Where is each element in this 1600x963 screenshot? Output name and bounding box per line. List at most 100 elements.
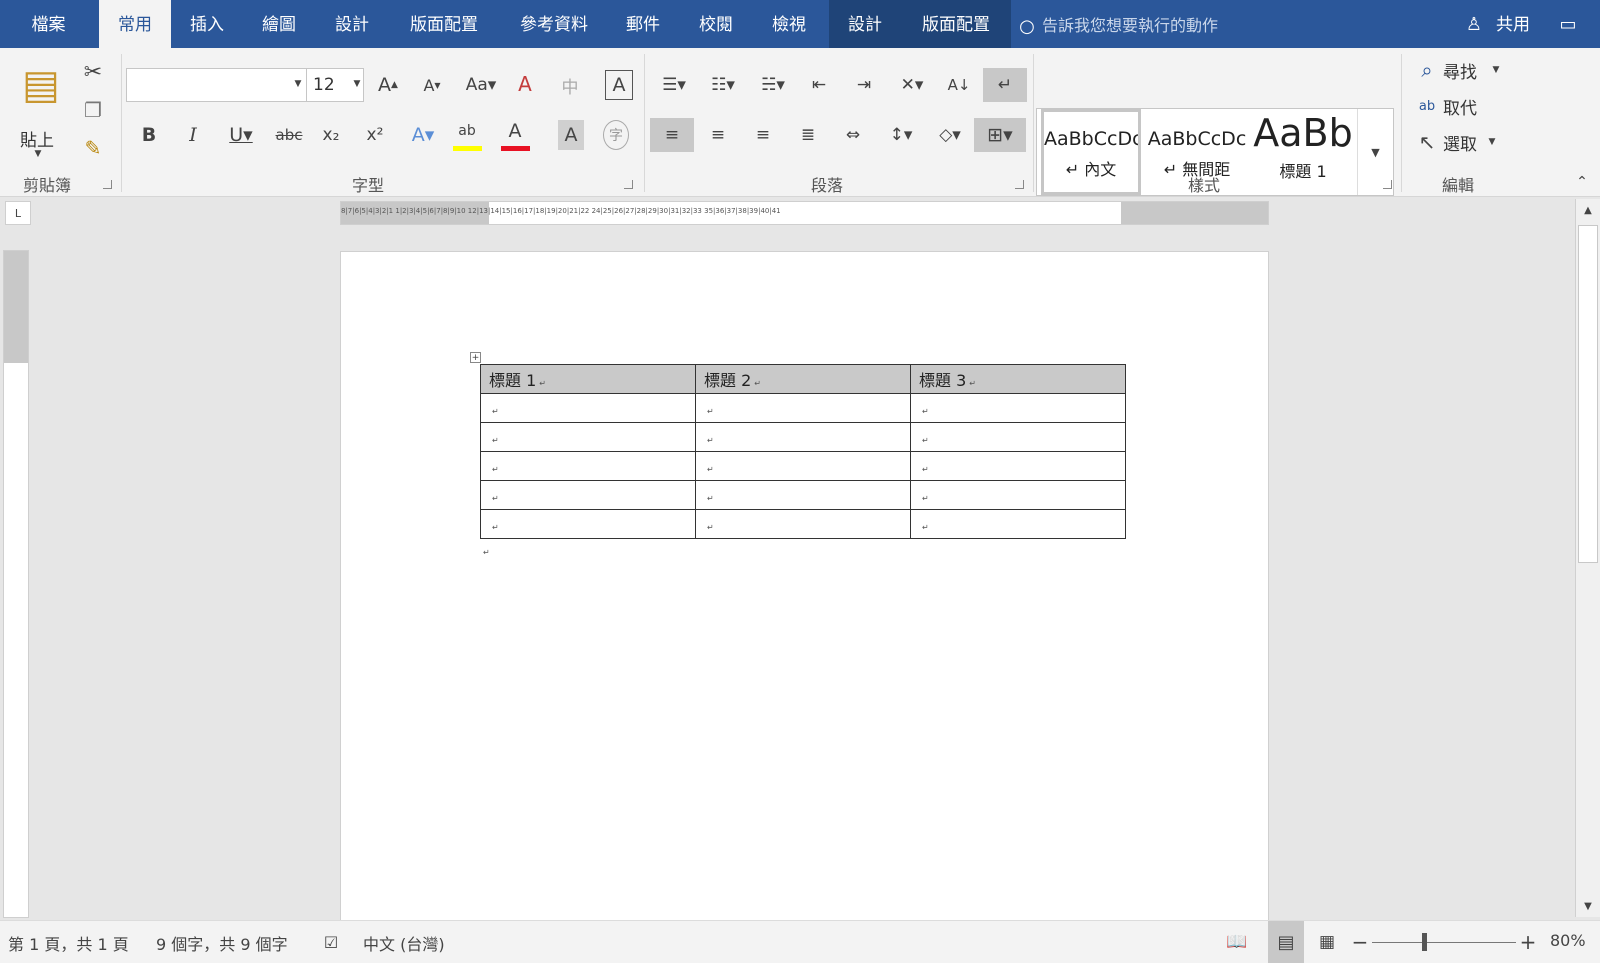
- web-layout-icon[interactable]: ▦: [1314, 929, 1340, 955]
- comments-icon[interactable]: ▭: [1555, 12, 1581, 36]
- zoom-slider-thumb[interactable]: [1422, 933, 1427, 951]
- enclosed-character-icon[interactable]: 字: [603, 120, 629, 150]
- shrink-font-icon[interactable]: A ▼: [418, 70, 446, 100]
- tab-references[interactable]: 參考資料: [506, 0, 602, 48]
- table-cell[interactable]: ↵: [695, 422, 911, 452]
- paragraph-launcher-icon[interactable]: [1015, 180, 1024, 189]
- strikethrough-icon[interactable]: abc: [272, 120, 306, 150]
- align-left-icon[interactable]: ≡: [650, 118, 694, 152]
- zoom-level[interactable]: 80%: [1550, 931, 1586, 950]
- tab-layout[interactable]: 版面配置: [394, 0, 494, 48]
- horizontal-ruler[interactable]: 8|7|6|5|4|3|2|1 1|2|3|4|5|6|7|8|9|10 12|…: [340, 201, 1269, 225]
- vertical-ruler[interactable]: [3, 250, 29, 918]
- table-move-handle-icon[interactable]: +: [470, 352, 481, 363]
- tab-home[interactable]: 常用: [99, 0, 171, 48]
- tab-view[interactable]: 檢視: [753, 0, 825, 48]
- collapse-ribbon-icon[interactable]: ⌃: [1572, 172, 1592, 192]
- line-spacing-icon[interactable]: ↕▾: [882, 120, 920, 150]
- language-indicator[interactable]: 中文 (台灣): [363, 931, 445, 955]
- scroll-up-icon[interactable]: ▲: [1576, 199, 1600, 221]
- table-cell[interactable]: ↵: [480, 393, 696, 423]
- table-header-cell[interactable]: 標題 3 ↵: [910, 364, 1126, 394]
- table-header-cell[interactable]: 標題 2 ↵: [695, 364, 911, 394]
- font-size-dropdown-icon[interactable]: ▼: [351, 78, 363, 90]
- word-count[interactable]: 9 個字，共 9 個字: [156, 931, 288, 955]
- character-border-icon[interactable]: A: [605, 70, 633, 100]
- share-button[interactable]: 共用: [1490, 0, 1536, 48]
- proofing-icon[interactable]: ☑: [320, 931, 342, 953]
- tell-me-search[interactable]: 告訴我您想要執行的動作: [1042, 0, 1218, 48]
- subscript-icon[interactable]: x₂: [318, 120, 344, 150]
- table-header-cell[interactable]: 標題 1 ↵: [480, 364, 696, 394]
- tab-table-design[interactable]: 設計: [829, 0, 901, 48]
- tab-draw[interactable]: 繪圖: [243, 0, 315, 48]
- table-cell[interactable]: ↵: [480, 509, 696, 539]
- table-cell[interactable]: ↵: [910, 509, 1126, 539]
- table-cell[interactable]: ↵: [695, 451, 911, 481]
- read-mode-icon[interactable]: 📖: [1224, 929, 1250, 955]
- clipboard-launcher-icon[interactable]: [103, 180, 112, 189]
- font-name-dropdown-icon[interactable]: ▼: [292, 78, 304, 90]
- print-layout-icon[interactable]: ▤: [1268, 921, 1304, 963]
- tab-table-layout[interactable]: 版面配置: [901, 0, 1011, 48]
- table-cell[interactable]: ↵: [910, 422, 1126, 452]
- decrease-indent-icon[interactable]: ⇤: [804, 70, 834, 100]
- paste-icon[interactable]: ▤: [18, 62, 64, 108]
- select-cursor-icon[interactable]: ↖: [1414, 128, 1440, 156]
- format-painter-icon[interactable]: ✎: [80, 134, 106, 162]
- scroll-thumb[interactable]: [1578, 225, 1598, 563]
- tab-design[interactable]: 設計: [316, 0, 388, 48]
- text-effects-icon[interactable]: A▾: [406, 120, 440, 150]
- tab-file[interactable]: 檔案: [0, 0, 97, 48]
- zoom-in-button[interactable]: +: [1518, 929, 1538, 955]
- grow-font-icon[interactable]: A ▲: [374, 70, 402, 100]
- style-heading-1[interactable]: AaBb 標題 1: [1253, 109, 1353, 195]
- find-dropdown-icon[interactable]: ▼: [1490, 64, 1502, 76]
- find-button[interactable]: 尋找: [1443, 58, 1477, 83]
- tab-review[interactable]: 校閱: [680, 0, 752, 48]
- table-cell[interactable]: ↵: [910, 393, 1126, 423]
- table-cell[interactable]: ↵: [695, 509, 911, 539]
- increase-indent-icon[interactable]: ⇥: [849, 70, 879, 100]
- find-icon[interactable]: ⌕: [1414, 56, 1440, 84]
- copy-icon[interactable]: ❐: [80, 96, 106, 124]
- sort-icon[interactable]: A↓: [944, 70, 974, 100]
- italic-icon[interactable]: I: [180, 120, 206, 150]
- styles-launcher-icon[interactable]: [1383, 180, 1392, 189]
- table-cell[interactable]: ↵: [480, 451, 696, 481]
- font-color-icon[interactable]: A: [500, 116, 530, 146]
- table-cell[interactable]: ↵: [910, 480, 1126, 510]
- tab-mailings[interactable]: 郵件: [607, 0, 679, 48]
- zoom-slider-track[interactable]: [1372, 942, 1516, 943]
- align-center-icon[interactable]: ≡: [703, 120, 733, 150]
- table-cell[interactable]: ↵: [480, 422, 696, 452]
- tab-selector-icon[interactable]: L: [5, 201, 31, 225]
- superscript-icon[interactable]: x²: [362, 120, 388, 150]
- style-normal[interactable]: AaBbCcDc ↵ 內文: [1041, 109, 1141, 195]
- multilevel-list-icon[interactable]: ☵▾: [753, 70, 793, 100]
- justify-icon[interactable]: ≣: [793, 120, 823, 150]
- font-launcher-icon[interactable]: [624, 180, 633, 189]
- underline-icon[interactable]: U▾: [222, 120, 260, 150]
- table-cell[interactable]: ↵: [695, 393, 911, 423]
- shading-icon[interactable]: ◇▾: [930, 120, 970, 150]
- select-button[interactable]: 選取: [1443, 130, 1477, 155]
- page-count[interactable]: 第 1 頁，共 1 頁: [8, 931, 129, 955]
- bullets-icon[interactable]: ☰▾: [654, 70, 694, 100]
- change-case-icon[interactable]: Aa▾: [463, 70, 499, 100]
- paste-dropdown-icon[interactable]: ▼: [32, 148, 44, 160]
- numbering-icon[interactable]: ☷▾: [703, 70, 743, 100]
- borders-icon[interactable]: ⊞▾: [974, 118, 1026, 152]
- table-cell[interactable]: ↵: [480, 480, 696, 510]
- font-name-input[interactable]: [126, 68, 307, 102]
- cut-icon[interactable]: ✂: [80, 58, 106, 86]
- table-cell[interactable]: ↵: [910, 451, 1126, 481]
- tab-insert[interactable]: 插入: [171, 0, 243, 48]
- distributed-icon[interactable]: ⇔: [838, 120, 868, 150]
- table-cell[interactable]: ↵: [695, 480, 911, 510]
- phonetic-guide-icon[interactable]: 中: [556, 70, 584, 100]
- align-right-icon[interactable]: ≡: [748, 120, 778, 150]
- show-hide-marks-icon[interactable]: ↵: [983, 68, 1027, 102]
- clear-formatting-icon[interactable]: A: [510, 68, 540, 100]
- character-shading-icon[interactable]: A: [558, 120, 584, 150]
